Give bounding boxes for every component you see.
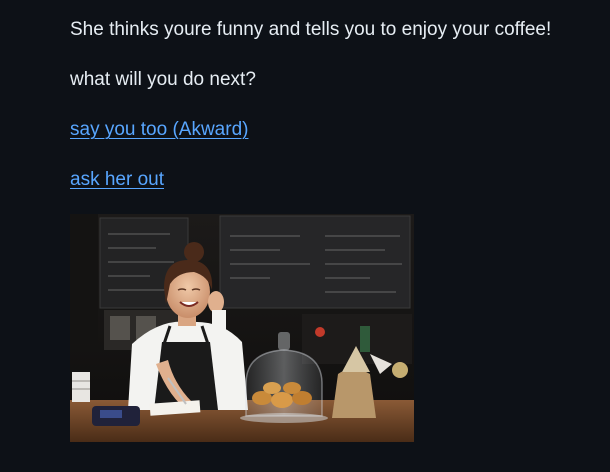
story-text-compliment: She thinks youre funny and tells you to … <box>70 19 552 40</box>
choice-link-ask-her-out[interactable]: ask her out <box>70 168 164 192</box>
chalkboard-right <box>219 215 411 309</box>
barista-illustration <box>70 214 414 442</box>
story-prompt: what will you do next? <box>70 69 256 90</box>
paper-bag <box>332 369 376 418</box>
cup-stack <box>72 372 90 402</box>
choice-link-say-you-too[interactable]: say you too (Akward) <box>70 118 248 142</box>
barista-scene-image <box>70 214 414 442</box>
